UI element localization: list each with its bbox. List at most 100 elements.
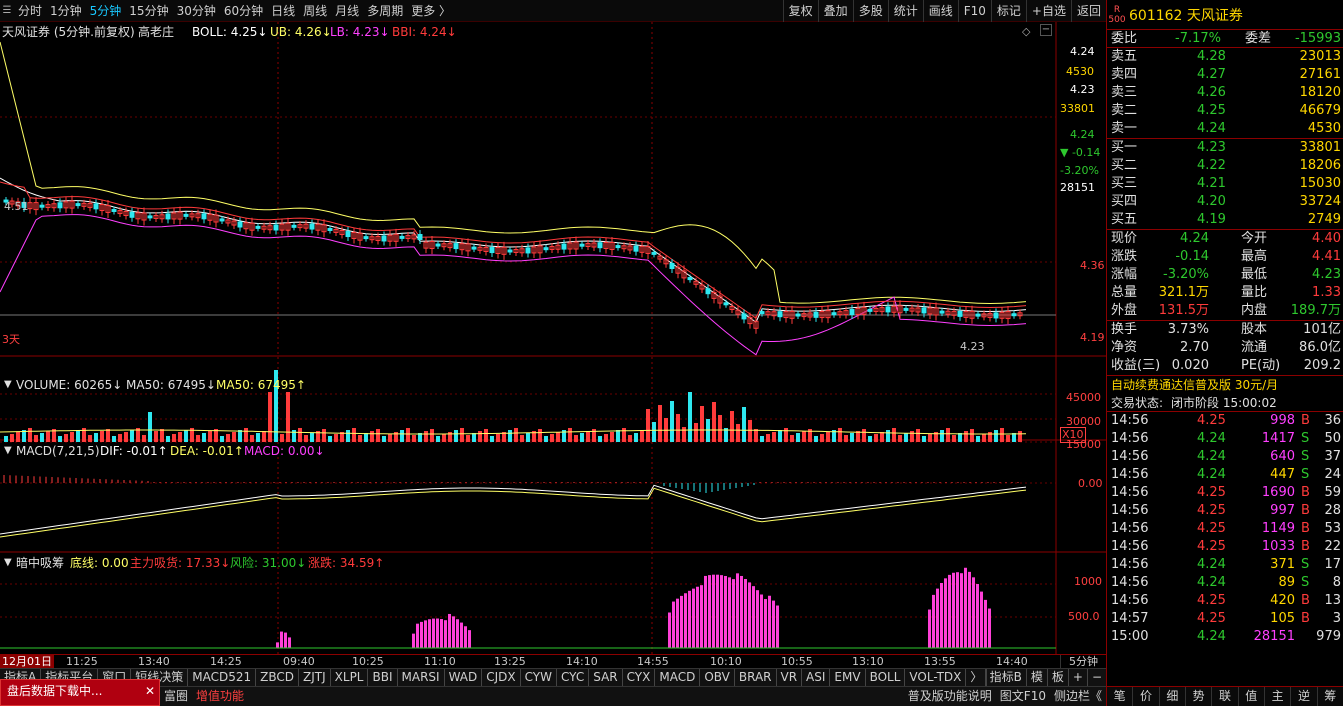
indicator-tab-11[interactable]: CJDX xyxy=(482,669,521,686)
menu-icon[interactable]: ☰ xyxy=(0,0,14,22)
tool-button-3[interactable]: 统计 xyxy=(887,0,923,22)
axis-price-3: 4.24 xyxy=(1070,128,1095,141)
indicator-tab-23[interactable]: VOL-TDX xyxy=(905,669,967,686)
period-toolbar: ☰ 分时 1分钟 5分钟 15分钟 30分钟 60分钟 日线 周线 月线 多周期 更多 〉 复权 叠加… xyxy=(0,0,1106,22)
ahzx-bar-3-12 xyxy=(976,583,979,648)
indicator-tab-18[interactable]: BRAR xyxy=(735,669,777,686)
timeframe-tab-10[interactable]: 更多 〉 xyxy=(407,0,455,22)
tool-button-8[interactable]: 返回 xyxy=(1070,0,1106,22)
timeframe-tab-4[interactable]: 30分钟 xyxy=(173,0,220,22)
quote-tab-4[interactable]: 联 xyxy=(1212,687,1239,706)
candle-body-75 xyxy=(453,243,459,250)
ahzx-collapse-icon[interactable]: ▼ xyxy=(4,556,12,570)
quote-tab-1[interactable]: 价 xyxy=(1133,687,1160,706)
tool-button-2[interactable]: 多股 xyxy=(852,0,888,22)
volume-bar-49 xyxy=(298,428,302,442)
indicator-tab-7[interactable]: XLPL xyxy=(331,669,369,686)
indicator-tab-13[interactable]: CYC xyxy=(557,669,590,686)
tool-button-6[interactable]: 标记 xyxy=(990,0,1026,22)
quote-tab-0[interactable]: 笔 xyxy=(1107,687,1134,706)
volume-bar-73 xyxy=(442,434,446,442)
quote-tab-5[interactable]: 值 xyxy=(1239,687,1265,706)
indicator-tab-22[interactable]: BOLL xyxy=(866,669,906,686)
volume-bar-137 xyxy=(826,432,830,442)
ad-banner[interactable]: 自动续费通达信普及版 30元/月 xyxy=(1107,376,1343,394)
diamond-icon[interactable]: ◇ xyxy=(1022,25,1030,39)
timeframe-tab-9[interactable]: 多周期 xyxy=(363,0,407,22)
bid-row-4: 买五 4.19 2749 xyxy=(1107,211,1343,229)
indicator-tab-10[interactable]: WAD xyxy=(445,669,483,686)
quote-tab-3[interactable]: 势 xyxy=(1186,687,1213,706)
volume-bar-47 xyxy=(286,392,290,442)
dif-value: DIF: -0.01↑ xyxy=(100,444,168,458)
stat2-value-b-0: 101亿 xyxy=(1303,322,1341,337)
indicator-right-3[interactable]: + xyxy=(1067,669,1087,687)
quote-tab-2[interactable]: 细 xyxy=(1160,687,1186,706)
volume-collapse-icon[interactable]: ▼ xyxy=(4,378,12,392)
stat-value-b-0: 4.40 xyxy=(1312,231,1341,246)
indicator-tab-19[interactable]: VR xyxy=(777,669,803,686)
tool-button-0[interactable]: 复权 xyxy=(782,0,818,22)
indicator-tab-9[interactable]: MARSI xyxy=(398,669,445,686)
timeframe-tab-0[interactable]: 分时 xyxy=(14,0,46,22)
indicator-tab-21[interactable]: EMV xyxy=(830,669,866,686)
stock-code-name[interactable]: 601162 天风证券 xyxy=(1129,5,1243,25)
timeframe-tab-6[interactable]: 日线 xyxy=(267,0,299,22)
timeframe-tab-2[interactable]: 5分钟 xyxy=(86,0,126,22)
ask-row-4-vol: 4530 xyxy=(1307,121,1341,136)
indicator-tab-12[interactable]: CYW xyxy=(521,669,557,686)
volume-bar-53 xyxy=(322,429,326,442)
axis-price-top: 4.24 xyxy=(1070,45,1095,58)
indicator-tab-14[interactable]: SAR xyxy=(589,669,623,686)
indicator-right-1[interactable]: 模 xyxy=(1025,669,1047,687)
indicator-tab-15[interactable]: CYX xyxy=(623,669,656,686)
macd-collapse-icon[interactable]: ▼ xyxy=(4,444,12,458)
quote-tab-8[interactable]: 筹 xyxy=(1318,687,1343,706)
tool-button-7[interactable]: +自选 xyxy=(1025,0,1071,22)
trade-vol-7: 1033 xyxy=(1261,539,1295,554)
download-popup[interactable]: 盘后数据下载中... ✕ xyxy=(0,679,160,706)
bottom-item-value-added[interactable]: 增值功能 xyxy=(192,687,248,706)
indicator-right-2[interactable]: 板 xyxy=(1046,669,1068,687)
chart-area[interactable]: 天风证券 (5分钟.前复权) 高老庄 BOLL: 4.25↓ UB: 4.26↓… xyxy=(0,22,1106,654)
bottom-right-1[interactable]: 图文F10 xyxy=(996,687,1050,706)
indicator-tab-5[interactable]: ZBCD xyxy=(256,669,300,686)
bottom-right-2[interactable]: 侧边栏《 xyxy=(1050,687,1106,706)
indicator-tab-4[interactable]: MACD521 xyxy=(188,669,257,686)
timeframe-tab-3[interactable]: 15分钟 xyxy=(125,0,172,22)
indicator-tab-20[interactable]: ASI xyxy=(802,669,831,686)
volume-bar-67 xyxy=(406,428,410,442)
timeframe-tab-7[interactable]: 周线 xyxy=(299,0,331,22)
stat-value-b-4: 189.7万 xyxy=(1290,303,1341,318)
tool-button-5[interactable]: F10 xyxy=(957,0,991,22)
ad-text[interactable]: 自动续费通达信普及版 30元/月 xyxy=(1111,376,1278,394)
tool-button-4[interactable]: 画线 xyxy=(922,0,958,22)
indicator-tab-6[interactable]: ZJTJ xyxy=(299,669,331,686)
trade-time-10: 14:56 xyxy=(1111,593,1149,608)
ahzx-bar-2-18 xyxy=(740,575,743,648)
bottom-item-fuquan[interactable]: 富圈 xyxy=(160,687,192,706)
candle-body-159 xyxy=(957,310,963,317)
trade-price-2: 4.24 xyxy=(1197,449,1226,464)
period-label[interactable]: 5分钟 xyxy=(1060,655,1106,669)
quote-tab-6[interactable]: 主 xyxy=(1265,687,1292,706)
timeframe-tab-5[interactable]: 60分钟 xyxy=(220,0,267,22)
ask-row-0-price: 4.28 xyxy=(1197,49,1226,64)
indicator-tab-16[interactable]: MACD xyxy=(655,669,701,686)
timeframe-tab-8[interactable]: 月线 xyxy=(331,0,363,22)
tool-button-1[interactable]: 叠加 xyxy=(817,0,853,22)
macd-dea-line xyxy=(0,487,1027,538)
stat2-row-0: 换手 3.73% 股本 101亿 xyxy=(1107,321,1343,339)
quote-tab-7[interactable]: 逆 xyxy=(1291,687,1318,706)
indicator-tab-8[interactable]: BBI xyxy=(368,669,398,686)
close-icon[interactable]: ✕ xyxy=(145,680,155,702)
trade-list[interactable]: 14:56 4.25 998 B 36 14:56 4.24 1417 S 50 14:56 4.24… xyxy=(1107,412,1343,646)
timeframe-tab-1[interactable]: 1分钟 xyxy=(46,0,86,22)
ahzx-risk: 风险: 31.00↓ xyxy=(230,556,307,570)
time-label-5: 10:25 xyxy=(352,655,384,668)
indicator-right-4[interactable]: − xyxy=(1086,669,1106,687)
indicator-tab-17[interactable]: OBV xyxy=(700,669,735,686)
indicator-right-0[interactable]: 指标B xyxy=(984,669,1026,687)
bottom-right-0[interactable]: 普及版功能说明 xyxy=(904,687,996,706)
minimize-icon[interactable]: − xyxy=(1040,24,1052,36)
